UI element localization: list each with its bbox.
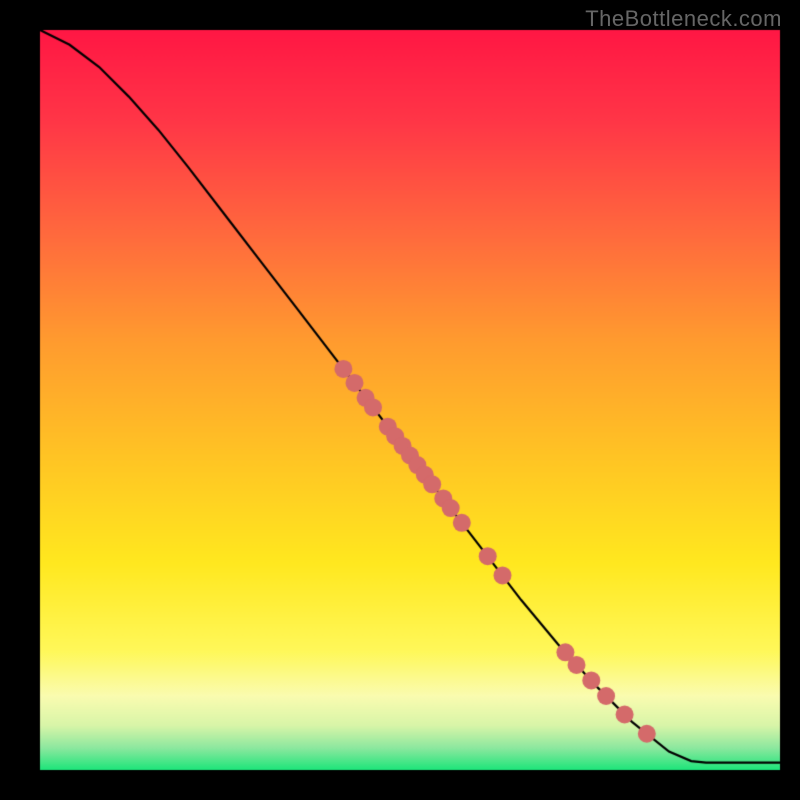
watermark-text: TheBottleneck.com: [585, 6, 782, 32]
bottleneck-curve-chart: [0, 0, 800, 800]
